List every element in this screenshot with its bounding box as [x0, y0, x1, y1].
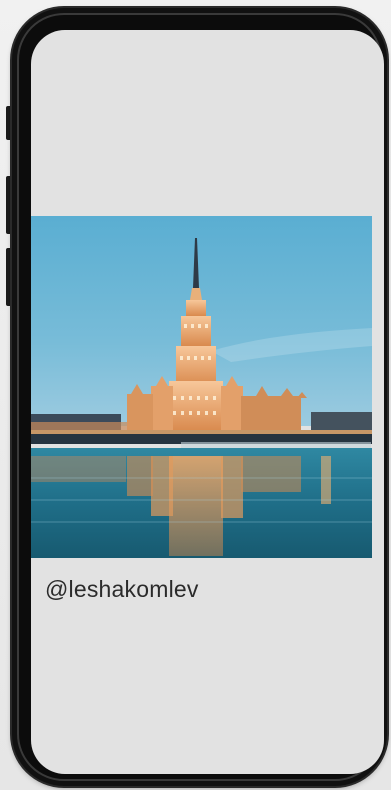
post-photo[interactable]: [31, 216, 372, 558]
phone-frame: @leshakomlev: [12, 8, 387, 786]
username-handle[interactable]: @leshakomlev: [45, 576, 199, 603]
skyscraper-photo-image: [31, 216, 372, 558]
phone-screen: @leshakomlev: [31, 30, 384, 774]
page: @leshakomlev: [0, 0, 391, 790]
